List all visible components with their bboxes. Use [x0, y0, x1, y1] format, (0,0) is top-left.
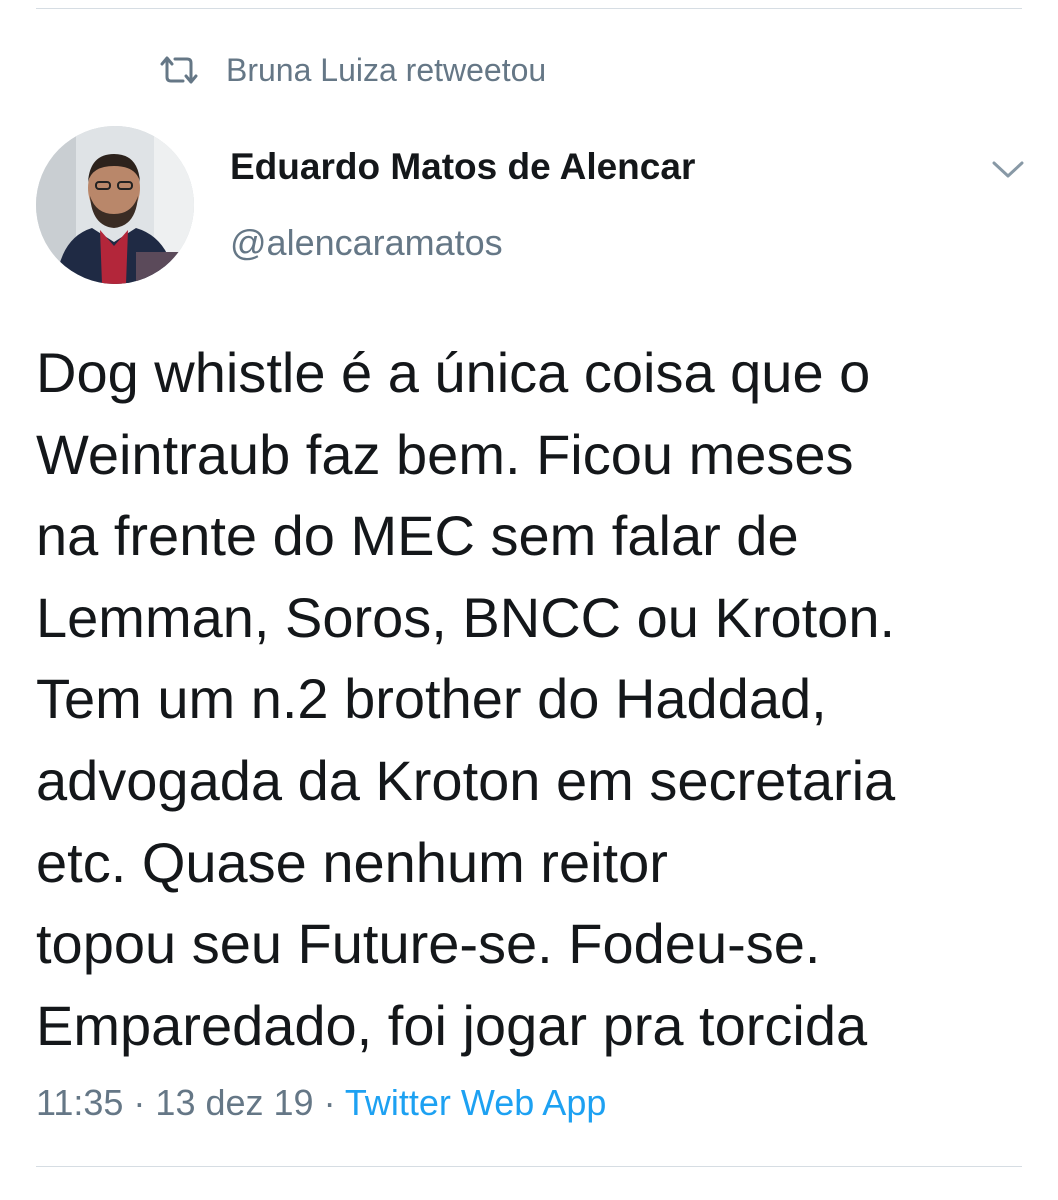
- tweet-line: Weintraub faz bem. Ficou meses: [36, 422, 854, 486]
- tweet-line: Dog whistle é a única coisa que o: [36, 341, 871, 404]
- author-name[interactable]: Eduardo Matos de Alencar: [230, 146, 695, 188]
- tweet-line: Tem um n.2 brother do Haddad,: [36, 667, 827, 731]
- tweet-meta: 11:35 · 13 dez 19 · Twitter Web App: [36, 1082, 606, 1124]
- retweet-icon: [158, 55, 200, 85]
- tweet-line: Emparedado, foi jogar pra torcida: [36, 993, 868, 1057]
- tweet-line: na frente do MEC sem falar de: [36, 504, 799, 568]
- avatar[interactable]: [36, 126, 194, 284]
- tweet-date[interactable]: 13 dez 19: [155, 1082, 313, 1123]
- avatar-photo: [36, 126, 194, 284]
- tweet-line: topou seu Future-se. Fodeu-se.: [36, 912, 821, 976]
- meta-separator: ·: [123, 1082, 156, 1123]
- tweet-line: advogada da Kroton em secretaria: [36, 748, 896, 812]
- retweet-label: Bruna Luiza retweetou: [226, 51, 547, 88]
- chevron-down-icon[interactable]: [988, 154, 1028, 184]
- tweet-text: Dog whistle é a única coisa que o Weintr…: [36, 332, 1036, 1066]
- top-divider: [36, 8, 1022, 9]
- tweet-time[interactable]: 11:35: [36, 1082, 123, 1123]
- bottom-divider: [36, 1166, 1022, 1167]
- tweet-line: etc. Quase nenhum reitor: [36, 830, 668, 894]
- retweet-context: Bruna Luiza retweetou: [158, 50, 546, 90]
- source-app-link[interactable]: Twitter Web App: [345, 1082, 606, 1123]
- tweet-line: Lemman, Soros, BNCC ou Kroton.: [36, 585, 896, 649]
- meta-separator: ·: [313, 1082, 345, 1123]
- author-handle[interactable]: @alencaramatos: [230, 222, 503, 264]
